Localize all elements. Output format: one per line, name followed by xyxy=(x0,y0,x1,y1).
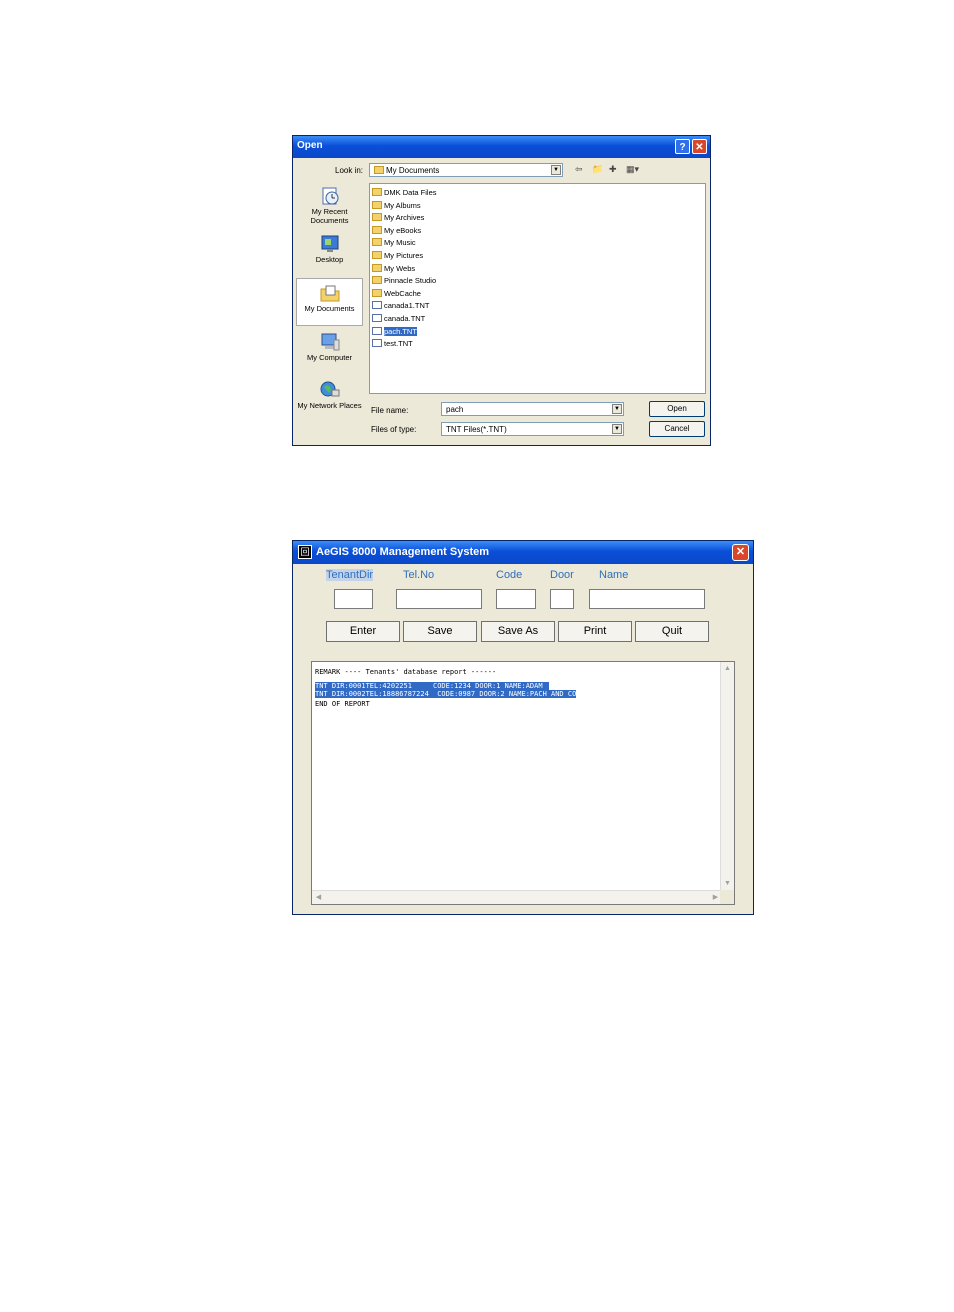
list-item[interactable]: My Webs xyxy=(372,263,415,275)
open-dialog-title: Open xyxy=(297,140,323,151)
code-input[interactable] xyxy=(496,589,536,609)
aegis-window: 回 AeGIS 8000 Management System ✕ TenantD… xyxy=(292,540,754,915)
open-button[interactable]: Open xyxy=(649,401,705,417)
look-in-combo[interactable]: My Documents ▼ xyxy=(369,163,563,177)
cancel-button[interactable]: Cancel xyxy=(649,421,705,437)
horizontal-scrollbar[interactable]: ◀ ▶ xyxy=(312,890,722,904)
place-my-recent-documents[interactable]: My Recent Documents xyxy=(296,182,363,230)
report-line-selected: TNT DIR:0002TEL:18886787224 CODE:0987 DO… xyxy=(315,690,577,698)
list-item[interactable]: My Albums xyxy=(372,200,421,212)
open-dialog: Open ? ✕ Look in: My Documents ▼ ⇦ 📁 ✚ ▦… xyxy=(292,135,711,446)
back-icon[interactable]: ⇦ xyxy=(575,164,583,175)
app-icon[interactable]: 回 xyxy=(298,545,312,559)
list-item[interactable]: My Pictures xyxy=(372,250,423,262)
look-in-value: My Documents xyxy=(386,166,440,175)
scroll-down-icon[interactable]: ▼ xyxy=(721,877,734,890)
place-my-computer[interactable]: My Computer xyxy=(296,328,363,376)
telno-input[interactable] xyxy=(396,589,482,609)
tnt-file-icon xyxy=(372,326,382,335)
look-in-label: Look in: xyxy=(335,166,364,175)
folder-icon xyxy=(372,200,382,209)
tnt-file-icon xyxy=(372,301,382,310)
chevron-down-icon[interactable]: ▼ xyxy=(612,424,622,434)
folder-icon xyxy=(372,276,382,285)
folder-icon xyxy=(372,251,382,259)
name-label: Name xyxy=(599,569,629,581)
tenantdir-input[interactable] xyxy=(334,589,373,609)
list-item[interactable]: canada1.TNT xyxy=(372,300,429,312)
recent-documents-icon xyxy=(322,187,338,205)
name-input[interactable] xyxy=(589,589,705,609)
list-item[interactable]: test.TNT xyxy=(372,338,413,350)
views-menu-icon[interactable]: ▦▾ xyxy=(626,164,639,175)
folder-icon xyxy=(372,263,382,272)
place-label: My Documents xyxy=(304,304,355,313)
list-item[interactable]: My Music xyxy=(372,237,416,249)
chevron-down-icon[interactable]: ▼ xyxy=(612,404,622,414)
list-item[interactable]: canada.TNT xyxy=(372,313,425,325)
place-my-documents[interactable]: My Documents xyxy=(296,278,363,326)
file-name-input[interactable]: pach ▼ xyxy=(441,402,624,416)
folder-icon xyxy=(372,288,382,297)
list-item[interactable]: DMK Data Files xyxy=(372,187,437,199)
help-button[interactable]: ? xyxy=(675,139,690,154)
scroll-corner xyxy=(720,890,734,904)
folder-icon xyxy=(374,166,384,174)
desktop-icon xyxy=(321,235,338,252)
list-item[interactable]: My Archives xyxy=(372,212,424,224)
scroll-left-icon[interactable]: ◀ xyxy=(312,891,325,904)
door-label: Door xyxy=(550,569,574,581)
file-list[interactable]: DMK Data Files My Albums My Archives My … xyxy=(369,183,706,394)
place-label: Desktop xyxy=(315,255,344,264)
my-documents-icon xyxy=(320,285,339,302)
report-line: REMARK ---- Tenants' database report ---… xyxy=(315,668,497,676)
vertical-scrollbar[interactable]: ▲ ▼ xyxy=(720,662,734,890)
tnt-file-icon xyxy=(372,339,382,348)
place-label: My Recent Documents xyxy=(310,207,349,225)
print-button[interactable]: Print xyxy=(558,621,632,642)
list-item-selected[interactable]: pach.TNT xyxy=(372,326,417,338)
report-line-selected: TNT DIR:0001TEL:4202251 CODE:1234 DOOR:1… xyxy=(315,682,549,690)
open-dialog-titlebar[interactable]: Open ? ✕ xyxy=(293,136,710,158)
aegis-titlebar[interactable]: 回 AeGIS 8000 Management System ✕ xyxy=(293,541,753,564)
network-places-icon xyxy=(320,381,339,397)
folder-icon xyxy=(372,225,382,234)
chevron-down-icon[interactable]: ▼ xyxy=(551,165,561,175)
enter-button[interactable]: Enter xyxy=(326,621,400,642)
places-bar: My Recent Documents Desktop My Documents… xyxy=(296,182,363,442)
save-as-button[interactable]: Save As xyxy=(481,621,555,642)
list-item[interactable]: WebCache xyxy=(372,288,421,300)
file-name-label: File name: xyxy=(371,406,409,415)
files-of-type-label: Files of type: xyxy=(371,425,417,434)
place-my-network-places[interactable]: My Network Places xyxy=(296,376,363,424)
tenantdir-label: TenantDir xyxy=(326,569,374,581)
folder-icon xyxy=(372,238,382,247)
place-desktop[interactable]: Desktop xyxy=(296,230,363,278)
new-folder-icon[interactable]: ✚ xyxy=(609,164,617,175)
place-label: My Network Places xyxy=(297,401,362,410)
aegis-title: AeGIS 8000 Management System xyxy=(316,546,490,558)
up-folder-icon[interactable]: 📁 xyxy=(592,164,603,175)
telno-label: Tel.No xyxy=(403,569,435,581)
list-item[interactable]: My eBooks xyxy=(372,225,421,237)
files-of-type-select[interactable]: TNT Files(*.TNT) ▼ xyxy=(441,422,624,436)
code-label: Code xyxy=(496,569,523,581)
tnt-file-icon xyxy=(372,314,382,322)
my-computer-icon xyxy=(321,333,339,351)
report-textarea[interactable]: REMARK ---- Tenants' database report ---… xyxy=(311,661,735,905)
quit-button[interactable]: Quit xyxy=(635,621,709,642)
folder-icon xyxy=(372,188,382,196)
list-item[interactable]: Pinnacle Studio xyxy=(372,275,436,287)
close-button[interactable]: ✕ xyxy=(692,139,707,154)
save-button[interactable]: Save xyxy=(403,621,477,642)
folder-icon xyxy=(372,213,382,222)
scroll-up-icon[interactable]: ▲ xyxy=(721,662,734,675)
close-button[interactable]: ✕ xyxy=(732,544,749,561)
place-label: My Computer xyxy=(306,353,352,362)
report-line: END OF REPORT xyxy=(315,700,370,708)
door-input[interactable] xyxy=(550,589,574,609)
